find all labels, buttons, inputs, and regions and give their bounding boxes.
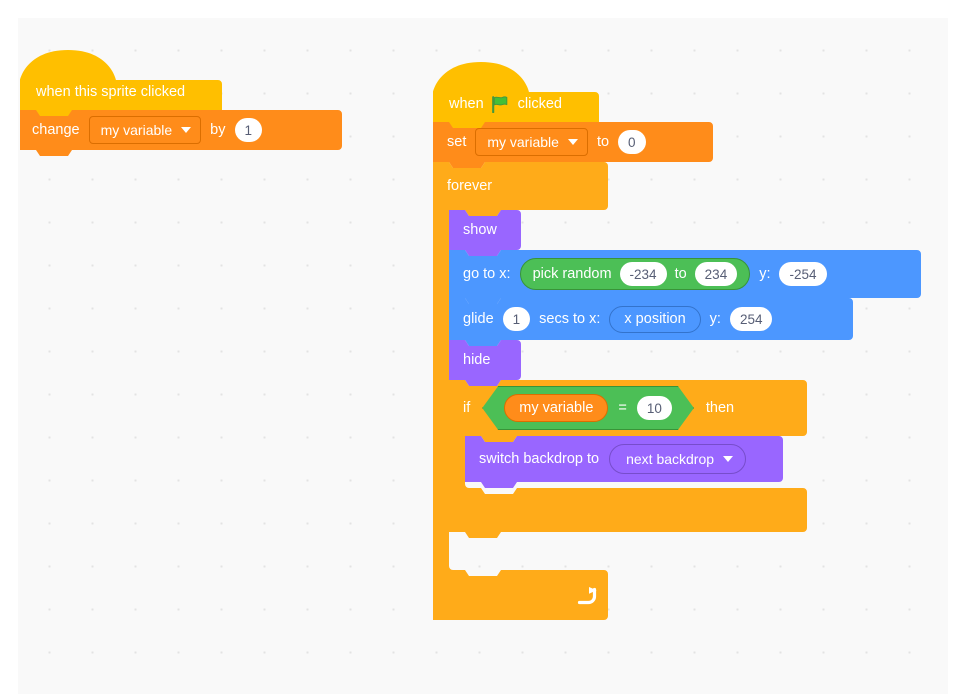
glide-row: glide 1 secs to x: x position y: 254	[449, 298, 853, 340]
chevron-down-icon	[567, 139, 578, 145]
change-variable-row: change my variable by 1	[20, 110, 342, 150]
show-label: show	[463, 221, 497, 238]
switch-backdrop-row: switch backdrop to next backdrop	[465, 436, 783, 482]
pick-random-from-input[interactable]: -234	[619, 262, 667, 286]
if-label: if	[463, 399, 471, 416]
by-label: by	[210, 121, 226, 138]
backdrop-dropdown[interactable]: next backdrop	[609, 444, 747, 474]
pick-random-to-label: to	[674, 265, 687, 282]
my-variable-reporter[interactable]: my variable	[504, 394, 609, 422]
set-value-input[interactable]: 0	[618, 130, 646, 154]
go-to-x-label: go to x:	[463, 265, 511, 282]
x-position-label: x position	[624, 310, 686, 327]
hat-label-row: when clicked	[449, 84, 562, 124]
equals-sign-label: =	[618, 399, 627, 416]
equals-right-input[interactable]: 10	[636, 396, 672, 420]
chevron-down-icon	[723, 456, 734, 462]
glide-label: glide	[463, 310, 494, 327]
green-flag-icon	[491, 95, 507, 113]
go-to-y-input[interactable]: -254	[779, 262, 827, 286]
forever-label-row: forever	[447, 162, 492, 210]
to-label: to	[596, 133, 610, 150]
variable-dropdown-label: my variable	[487, 134, 559, 150]
hide-row: hide	[449, 340, 521, 380]
glide-secs-input[interactable]: 1	[502, 307, 531, 331]
hide-label: hide	[463, 351, 491, 368]
script-when-this-sprite-clicked[interactable]: when this sprite clicked change my varia…	[20, 48, 342, 156]
then-label: then	[705, 399, 735, 416]
glide-y-label: y:	[709, 310, 721, 327]
when-this-sprite-clicked-label: when this sprite clicked	[36, 83, 186, 100]
pick-random-to-input[interactable]: 234	[694, 262, 738, 286]
x-position-reporter[interactable]: x position	[609, 305, 701, 333]
hat-label-row: when this sprite clicked	[36, 72, 185, 112]
switch-backdrop-to-block[interactable]: switch backdrop to next backdrop	[465, 436, 783, 490]
pick-random-label: pick random	[532, 265, 612, 282]
go-to-xy-row: go to x: pick random -234 to 234 y: -254	[449, 250, 921, 298]
show-row: show	[449, 210, 521, 250]
scratch-block-workspace[interactable]: when this sprite clicked change my varia…	[18, 18, 948, 694]
pick-random-operator[interactable]: pick random -234 to 234	[519, 258, 751, 290]
loop-arrow-icon	[577, 587, 597, 605]
chevron-down-icon	[181, 127, 192, 133]
change-amount-input[interactable]: 1	[234, 118, 263, 142]
variable-dropdown[interactable]: my variable	[88, 116, 202, 144]
switch-backdrop-to-label: switch backdrop to	[479, 450, 600, 467]
backdrop-dropdown-label: next backdrop	[626, 451, 715, 467]
clicked-label: clicked	[517, 95, 562, 112]
if-label-row: if my variable = 10 then	[463, 380, 734, 436]
set-label: set	[447, 133, 467, 150]
equals-operator[interactable]: my variable = 10	[482, 386, 694, 430]
change-variable-by-block[interactable]: change my variable by 1	[20, 110, 342, 158]
forever-label: forever	[447, 177, 493, 194]
variable-dropdown[interactable]: my variable	[475, 128, 588, 156]
when-label: when	[449, 95, 484, 112]
glide-y-input[interactable]: 254	[729, 307, 773, 331]
change-label: change	[32, 121, 80, 138]
set-variable-row: set my variable to 0	[433, 122, 713, 162]
go-to-y-label: y:	[759, 265, 771, 282]
my-variable-label: my variable	[519, 399, 594, 416]
script-when-green-flag-clicked[interactable]: when clicked set my variable to 0 foreve…	[433, 60, 921, 620]
variable-dropdown-label: my variable	[100, 122, 173, 138]
glide-secs-to-x-label: secs to x:	[539, 310, 601, 327]
